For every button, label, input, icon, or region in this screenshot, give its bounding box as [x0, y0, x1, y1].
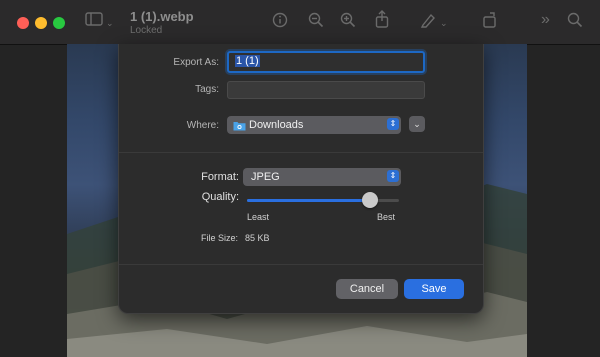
- export-as-field[interactable]: 1 (1): [227, 51, 425, 73]
- format-popup[interactable]: JPEG ⇕: [243, 168, 401, 186]
- divider: [119, 152, 483, 153]
- folder-icon: [233, 119, 246, 137]
- where-label: Where:: [186, 120, 219, 131]
- zoom-out-icon[interactable]: [308, 12, 324, 33]
- zoom-in-icon[interactable]: [340, 12, 356, 33]
- save-button[interactable]: Save: [404, 279, 464, 299]
- tags-label: Tags:: [195, 84, 219, 95]
- close-window-button[interactable]: [17, 17, 29, 29]
- file-size-value: 85 KB: [245, 233, 270, 243]
- quality-label: Quality:: [201, 191, 239, 203]
- quality-max-label: Best: [377, 212, 396, 222]
- preview-window: ⌄ 1 (1).webp Locked ⌄ » Export As: 1 (1)…: [0, 0, 600, 357]
- export-as-value: 1 (1): [235, 55, 260, 67]
- info-icon[interactable]: [272, 12, 288, 33]
- maximize-window-button[interactable]: [53, 17, 65, 29]
- rotate-icon[interactable]: [482, 12, 498, 33]
- quality-slider[interactable]: [247, 192, 399, 208]
- markup-chevron-icon[interactable]: ⌄: [440, 14, 448, 32]
- quality-slider-knob[interactable]: [362, 192, 379, 208]
- cancel-button[interactable]: Cancel: [336, 279, 398, 299]
- window-subtitle: Locked: [130, 25, 163, 36]
- where-value: Downloads: [249, 119, 304, 131]
- markup-icon[interactable]: [420, 12, 438, 33]
- updown-chevron-icon: ⇕: [387, 170, 399, 182]
- more-icon[interactable]: »: [541, 11, 550, 29]
- share-icon[interactable]: [375, 10, 389, 33]
- export-dialog: Export As: 1 (1) Tags: Where: Downloads …: [118, 44, 484, 314]
- quality-min-label: Least: [247, 212, 270, 222]
- tags-field[interactable]: [227, 81, 425, 99]
- search-icon[interactable]: [567, 12, 583, 33]
- updown-chevron-icon: ⇕: [387, 118, 399, 130]
- divider: [119, 264, 483, 265]
- sidebar-icon[interactable]: [85, 12, 103, 31]
- where-popup[interactable]: Downloads ⇕: [227, 116, 401, 134]
- format-value: JPEG: [251, 171, 280, 183]
- chevron-down-icon[interactable]: ⌄: [106, 14, 114, 32]
- minimize-window-button[interactable]: [35, 17, 47, 29]
- export-as-label: Export As:: [173, 57, 219, 68]
- window-title: 1 (1).webp: [130, 9, 194, 24]
- quality-slider-fill: [247, 199, 371, 202]
- title-bar: ⌄ 1 (1).webp Locked ⌄ »: [0, 0, 600, 45]
- file-size-label: File Size:: [201, 233, 239, 243]
- expand-chevron-icon[interactable]: ⌄: [409, 116, 425, 132]
- format-label: Format:: [201, 171, 239, 183]
